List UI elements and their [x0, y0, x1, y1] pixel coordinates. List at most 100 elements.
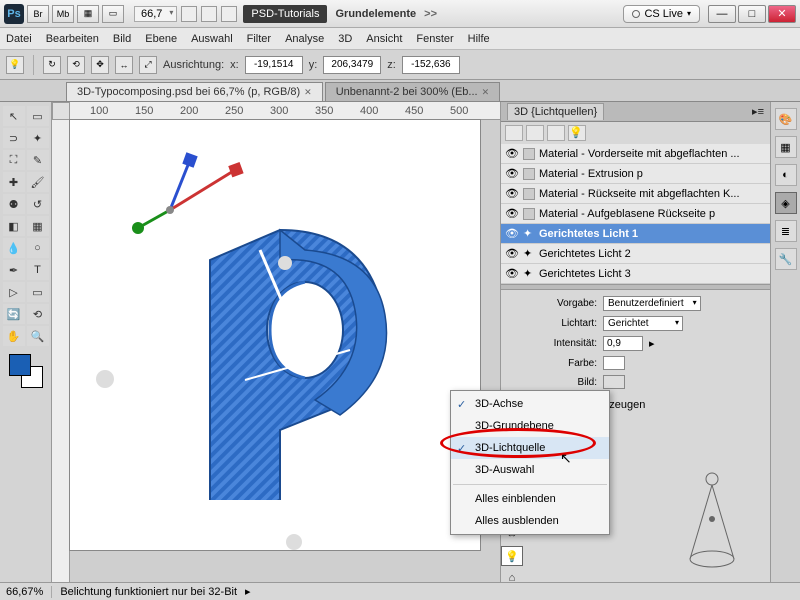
3d-rotate-tool[interactable]: 🔄	[3, 304, 25, 324]
panel-3d-tab[interactable]: 3D {Lichtquellen}▸≡	[501, 102, 770, 122]
menu-alles-einblenden[interactable]: Alles einblenden	[451, 488, 609, 510]
handle-icon[interactable]	[286, 534, 302, 550]
menu-auswahl[interactable]: Auswahl	[191, 33, 233, 45]
zoom-tool[interactable]: 🔍	[27, 326, 49, 346]
tab-1[interactable]: 3D-Typocomposing.psd bei 66,7% (p, RGB/8…	[66, 82, 323, 101]
list-item[interactable]: 👁✦Gerichtetes Licht 1	[501, 224, 770, 244]
list-item[interactable]: 👁Material - Extrusion p	[501, 164, 770, 184]
visibility-icon[interactable]: 👁	[505, 147, 519, 160]
list-item[interactable]: 👁Material - Aufgeblasene Rückseite p	[501, 204, 770, 224]
farbe-swatch[interactable]	[603, 356, 625, 370]
menu-bild[interactable]: Bild	[113, 33, 131, 45]
adjustments-panel-icon[interactable]: ◐	[775, 164, 797, 186]
menu-3d-auswahl[interactable]: 3D-Auswahl	[451, 459, 609, 481]
arrange-button[interactable]: ▦	[77, 5, 99, 23]
blur-tool[interactable]: 💧	[3, 238, 25, 258]
workspace-more[interactable]: >>	[424, 8, 437, 20]
menu-3d-lichtquelle[interactable]: ✓3D-Lichtquelle	[451, 437, 609, 459]
wand-tool[interactable]: ✦	[27, 128, 49, 148]
maximize-button[interactable]: □	[738, 5, 766, 23]
menu-filter[interactable]: Filter	[247, 33, 271, 45]
filter-scene-icon[interactable]	[505, 125, 523, 141]
tool-preset-icon[interactable]: 💡	[6, 56, 24, 74]
menu-ebene[interactable]: Ebene	[145, 33, 177, 45]
menu-alles-ausblenden[interactable]: Alles ausblenden	[451, 510, 609, 532]
stamp-tool[interactable]: ⚉	[3, 194, 25, 214]
handle-icon[interactable]	[278, 256, 292, 270]
close-icon[interactable]: ✕	[482, 87, 490, 98]
eyedropper-tool[interactable]: ✎	[27, 150, 49, 170]
cslive-button[interactable]: CS Live▾	[623, 5, 700, 23]
close-icon[interactable]: ✕	[304, 87, 312, 98]
y-input[interactable]	[323, 56, 381, 74]
gradient-tool[interactable]: ▦	[27, 216, 49, 236]
roll-tool-icon[interactable]: ⟲	[67, 56, 85, 74]
ruler-horizontal[interactable]: 100150200250300350400450500	[70, 102, 500, 120]
visibility-icon[interactable]: 👁	[505, 187, 519, 200]
pan-tool-icon[interactable]: ✥	[91, 56, 109, 74]
screenmode-button[interactable]: ▭	[102, 5, 124, 23]
view-extras-2[interactable]	[201, 6, 217, 22]
view-extras-3[interactable]	[221, 6, 237, 22]
menu-3d-achse[interactable]: ✓3D-Achse	[451, 393, 609, 415]
swatches-panel-icon[interactable]: ▦	[775, 136, 797, 158]
visibility-icon[interactable]: 👁	[505, 167, 519, 180]
crop-tool[interactable]: ⛶	[3, 150, 25, 170]
vorgabe-dropdown[interactable]: Benutzerdefiniert	[603, 296, 701, 311]
path-select-tool[interactable]: ▷	[3, 282, 25, 302]
menu-3d-grundebene[interactable]: 3D-Grundebene	[451, 415, 609, 437]
layers-panel-icon[interactable]: ≣	[775, 220, 797, 242]
list-item[interactable]: 👁Material - Vorderseite mit abgeflachten…	[501, 144, 770, 164]
visibility-icon[interactable]: 👁	[505, 207, 519, 220]
list-item[interactable]: 👁✦Gerichtetes Licht 2	[501, 244, 770, 264]
light-point-icon[interactable]: 💡	[501, 546, 523, 566]
ruler-origin[interactable]	[52, 102, 70, 120]
workspace-name[interactable]: Grundelemente	[335, 8, 416, 20]
visibility-icon[interactable]: 👁	[505, 247, 519, 260]
tools-panel-icon[interactable]: 🔧	[775, 248, 797, 270]
rotate-tool-icon[interactable]: ↻	[43, 56, 61, 74]
marquee-tool[interactable]: ▭	[27, 106, 49, 126]
brush-tool[interactable]: 🖌	[27, 172, 49, 192]
x-input[interactable]	[245, 56, 303, 74]
hand-tool[interactable]: ✋	[3, 326, 25, 346]
menu-analyse[interactable]: Analyse	[285, 33, 324, 45]
intensitat-input[interactable]	[603, 336, 643, 351]
canvas[interactable]	[70, 120, 480, 550]
tab-2[interactable]: Unbenannt-2 bei 300% (Eb...✕	[325, 82, 500, 101]
foreground-color[interactable]	[9, 354, 31, 376]
3d-orbit-tool[interactable]: ⟲	[27, 304, 49, 324]
shape-tool[interactable]: ▭	[27, 282, 49, 302]
menu-datei[interactable]: Datei	[6, 33, 32, 45]
type-tool[interactable]: T	[27, 260, 49, 280]
menu-bearbeiten[interactable]: Bearbeiten	[46, 33, 99, 45]
move-tool[interactable]: ↖	[3, 106, 25, 126]
ruler-vertical[interactable]	[52, 120, 70, 582]
lichtart-dropdown[interactable]: Gerichtet	[603, 316, 683, 331]
lasso-tool[interactable]: ⊃	[3, 128, 25, 148]
status-arrow-icon[interactable]: ▸	[245, 585, 251, 598]
filter-material-icon[interactable]	[547, 125, 565, 141]
bild-swatch[interactable]	[603, 375, 625, 389]
eraser-tool[interactable]: ◧	[3, 216, 25, 236]
history-brush-tool[interactable]: ↺	[27, 194, 49, 214]
heal-tool[interactable]: ✚	[3, 172, 25, 192]
pen-tool[interactable]: ✒	[3, 260, 25, 280]
dodge-tool[interactable]: ○	[27, 238, 49, 258]
slide-tool-icon[interactable]: ↔	[115, 56, 133, 74]
3d-panel-icon[interactable]: ◈	[775, 192, 797, 214]
list-item[interactable]: 👁✦Gerichtetes Licht 3	[501, 264, 770, 284]
z-input[interactable]	[402, 56, 460, 74]
workspace-tag[interactable]: PSD-Tutorials	[243, 5, 327, 23]
minibridge-button[interactable]: Mb	[52, 5, 74, 23]
minimize-button[interactable]: —	[708, 5, 736, 23]
filter-mesh-icon[interactable]	[526, 125, 544, 141]
menu-ansicht[interactable]: Ansicht	[366, 33, 402, 45]
color-panel-icon[interactable]: 🎨	[775, 108, 797, 130]
visibility-icon[interactable]: 👁	[505, 227, 519, 240]
menu-fenster[interactable]: Fenster	[416, 33, 453, 45]
filter-light-icon[interactable]: 💡	[568, 125, 586, 141]
menu-3d[interactable]: 3D	[338, 33, 352, 45]
scale-tool-icon[interactable]: ⤢	[139, 56, 157, 74]
menu-hilfe[interactable]: Hilfe	[468, 33, 490, 45]
